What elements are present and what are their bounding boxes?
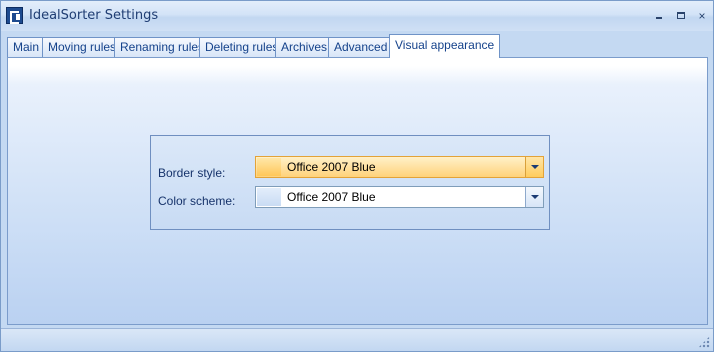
- border-style-swatch: [257, 158, 281, 176]
- maximize-button[interactable]: [674, 9, 688, 23]
- tab-strip: Main Moving rules Renaming rules Deletin…: [7, 34, 707, 58]
- maximize-icon: [677, 12, 685, 19]
- title-bar[interactable]: IdealSorter Settings ×: [1, 1, 713, 31]
- tab-advanced[interactable]: Advanced: [328, 37, 394, 58]
- tab-archives[interactable]: Archives: [275, 37, 334, 58]
- tab-main[interactable]: Main: [7, 37, 46, 58]
- color-scheme-swatch: [257, 188, 281, 206]
- window-title: IdealSorter Settings: [29, 8, 159, 23]
- color-scheme-select[interactable]: Office 2007 Blue: [255, 186, 544, 208]
- tab-visual-appearance[interactable]: Visual appearance: [389, 34, 501, 58]
- appearance-group: [150, 135, 550, 230]
- chevron-down-icon[interactable]: [525, 157, 543, 177]
- border-style-value: Office 2007 Blue: [287, 160, 376, 174]
- color-scheme-value: Office 2007 Blue: [287, 190, 376, 204]
- tab-renaming-rules[interactable]: Renaming rules: [114, 37, 211, 58]
- minimize-button[interactable]: [652, 9, 666, 23]
- tab-moving-rules[interactable]: Moving rules: [42, 37, 123, 58]
- minimize-icon: [656, 17, 662, 19]
- close-button[interactable]: ×: [695, 9, 709, 23]
- border-style-select[interactable]: Office 2007 Blue: [255, 156, 544, 178]
- app-icon: [6, 7, 23, 24]
- border-style-label: Border style:: [158, 166, 226, 180]
- resize-grip-icon[interactable]: [698, 336, 710, 348]
- color-scheme-label: Color scheme:: [158, 194, 236, 208]
- chevron-down-icon[interactable]: [525, 187, 543, 207]
- status-bar: [1, 328, 713, 351]
- tab-deleting-rules[interactable]: Deleting rules: [199, 37, 285, 58]
- settings-window: IdealSorter Settings × Main Moving rules…: [0, 0, 714, 352]
